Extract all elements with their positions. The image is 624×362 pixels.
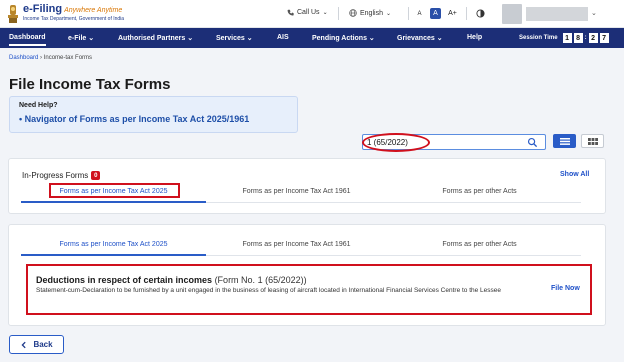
contrast-icon[interactable] <box>476 9 485 18</box>
nav-grievances[interactable]: Grievances ⌄ <box>397 34 443 42</box>
list-icon <box>559 137 570 145</box>
forms-navigator-link[interactable]: • Navigator of Forms as per Income Tax A… <box>19 114 249 124</box>
chevron-down-icon[interactable]: ⌄ <box>591 9 597 17</box>
highlight-form-result <box>26 264 592 315</box>
nav-dashboard[interactable]: Dashboard <box>9 34 46 46</box>
nav-pending-actions-label: Pending Actions <box>312 35 367 42</box>
phone-icon <box>287 9 294 16</box>
chevron-down-icon: ⌄ <box>187 35 194 42</box>
tab-other-acts[interactable]: Forms as per other Acts <box>387 188 572 195</box>
call-us-label: Call Us <box>297 9 320 16</box>
breadcrumb: Dashboard › Income-tax Forms <box>9 55 92 61</box>
nav-authorised-partners-label: Authorised Partners <box>118 35 186 42</box>
breadcrumb-dashboard[interactable]: Dashboard <box>9 55 38 61</box>
avatar[interactable] <box>502 4 522 24</box>
divider <box>338 7 339 20</box>
logo-title: e-Filing <box>23 3 63 15</box>
session-timer: Session Time 1 8 : 2 7 <box>519 33 609 43</box>
search-icon[interactable] <box>527 137 538 148</box>
back-label: Back <box>33 340 53 349</box>
nav-services[interactable]: Services ⌄ <box>216 34 253 42</box>
chevron-down-icon: ⌄ <box>322 10 328 16</box>
in-progress-heading: In-Progress Forms 0 <box>22 171 101 180</box>
nav-efile[interactable]: e-File ⌄ <box>68 34 94 42</box>
chevron-down-icon: ⌄ <box>368 35 375 42</box>
efiling-logo[interactable]: e-Filing Anywhere Anytime Income Tax Depa… <box>6 3 136 25</box>
list-view-button[interactable] <box>553 134 576 148</box>
active-tab-indicator <box>21 254 206 256</box>
language-select[interactable]: English ⌄ <box>349 9 391 17</box>
globe-icon <box>349 9 357 17</box>
divider <box>466 7 467 20</box>
back-button[interactable]: Back <box>9 335 64 354</box>
nav-authorised-partners[interactable]: Authorised Partners ⌄ <box>118 34 193 42</box>
nav-grievances-label: Grievances <box>397 35 435 42</box>
breadcrumb-current: Income-tax Forms <box>43 55 93 61</box>
emblem-icon <box>8 5 18 23</box>
language-label: English <box>360 9 383 17</box>
tab-act-2025[interactable]: Forms as per Income Tax Act 2025 <box>21 241 206 248</box>
need-help-box: Need Help? • Navigator of Forms as per I… <box>9 96 298 133</box>
session-colon: : <box>584 35 587 41</box>
top-header: e-Filing Anywhere Anytime Income Tax Depa… <box>0 0 624 28</box>
font-normal-button[interactable]: A <box>430 8 441 19</box>
chevron-left-icon <box>21 341 27 348</box>
call-us-button[interactable]: Call Us ⌄ <box>287 9 328 16</box>
chevron-down-icon: ⌄ <box>246 35 253 42</box>
user-name-redacted <box>526 7 588 21</box>
session-label: Session Time <box>519 35 558 41</box>
nav-pending-actions[interactable]: Pending Actions ⌄ <box>312 34 375 42</box>
highlight-active-tab <box>49 183 180 198</box>
session-digit: 8 <box>573 33 583 43</box>
page-title: File Income Tax Forms <box>9 76 171 93</box>
in-progress-label: In-Progress Forms <box>22 171 89 180</box>
in-progress-count-badge: 0 <box>91 171 101 180</box>
forms-navigator-link-label: Navigator of Forms as per Income Tax Act… <box>24 114 250 124</box>
nav-help[interactable]: Help <box>467 34 482 41</box>
tab-other-acts[interactable]: Forms as per other Acts <box>387 241 572 248</box>
chevron-down-icon: ⌄ <box>436 35 443 42</box>
highlight-search-value <box>362 133 430 152</box>
chevron-down-icon: ⌄ <box>88 35 95 42</box>
active-tab-indicator <box>21 201 206 203</box>
tab-act-1961[interactable]: Forms as per Income Tax Act 1961 <box>204 241 389 248</box>
show-all-link[interactable]: Show All <box>560 171 589 178</box>
need-help-heading: Need Help? <box>19 102 58 109</box>
session-digit: 2 <box>588 33 598 43</box>
nav-ais[interactable]: AIS <box>277 34 289 41</box>
grid-view-button[interactable] <box>581 134 604 148</box>
logo-subtitle: Income Tax Department, Government of Ind… <box>23 16 125 22</box>
session-digit: 1 <box>562 33 572 43</box>
nav-services-label: Services <box>216 35 245 42</box>
grid-icon <box>587 137 598 145</box>
tab-act-1961[interactable]: Forms as per Income Tax Act 1961 <box>204 188 389 195</box>
chevron-down-icon: ⌄ <box>385 10 391 17</box>
nav-efile-label: e-File <box>68 35 87 42</box>
font-large-button[interactable]: A+ <box>447 8 458 19</box>
font-small-button[interactable]: A <box>414 8 425 19</box>
divider <box>408 7 409 20</box>
session-digit: 7 <box>599 33 609 43</box>
logo-tagline: Anywhere Anytime <box>64 7 123 14</box>
main-nav: Dashboard e-File ⌄ Authorised Partners ⌄… <box>0 28 624 48</box>
